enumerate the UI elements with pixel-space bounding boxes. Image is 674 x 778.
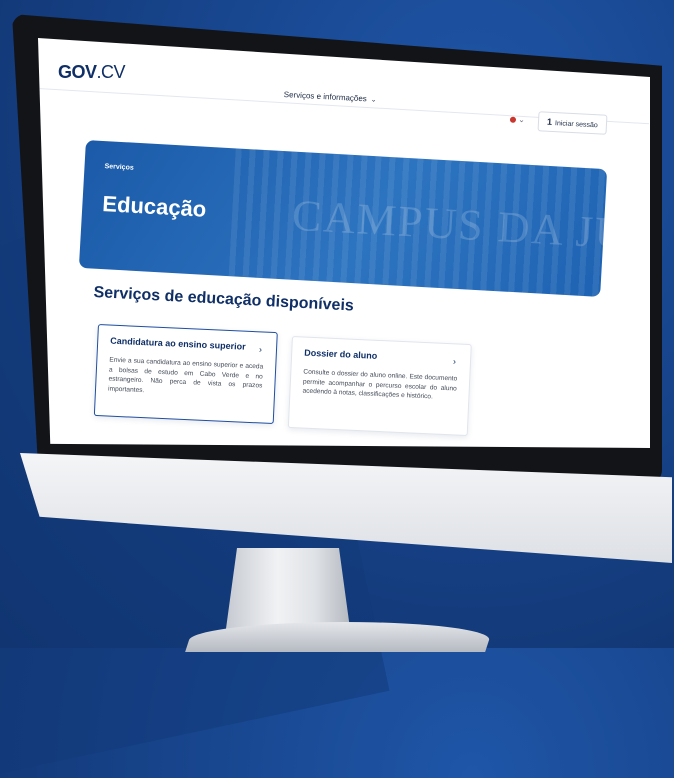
chevron-down-icon: ⌄	[370, 96, 377, 104]
nav-menu-services[interactable]: Serviços e informações ⌄	[284, 90, 377, 104]
service-card-candidatura[interactable]: Candidatura ao ensino superior › Envie a…	[93, 324, 278, 425]
page-title: Educação	[101, 191, 207, 222]
card-description: Consulte o dossier do aluno online. Este…	[302, 368, 458, 401]
logo-suffix: .CV	[96, 62, 126, 82]
chevron-down-icon: ⌄	[517, 115, 526, 125]
hero-banner: CAMPUS DA JUSTIÇA Serviços Educação	[78, 140, 608, 297]
login-button[interactable]: 1 Iniciar sessão	[537, 111, 608, 135]
arrow-right-icon: ›	[258, 344, 263, 355]
user-icon: 1	[546, 116, 553, 127]
breadcrumb[interactable]: Serviços	[104, 163, 134, 172]
arrow-right-icon: ›	[452, 356, 457, 367]
site-logo[interactable]: GOV.CV	[58, 62, 126, 83]
logo-main: GOV	[58, 62, 97, 82]
login-label: Iniciar sessão	[554, 120, 598, 130]
monitor: GOV.CV Serviços e informações ⌄ ⌄ 1 Inicia…	[0, 0, 674, 648]
flag-icon	[509, 116, 517, 123]
card-title: Dossier do aluno	[304, 347, 378, 361]
section-title: Serviços de educação disponíveis	[93, 284, 355, 315]
card-description: Envie a sua candidatura ao ensino superi…	[107, 356, 264, 394]
service-card-dossier[interactable]: Dossier do aluno › Consulte o dossier do…	[287, 336, 472, 437]
browser-screen: GOV.CV Serviços e informações ⌄ ⌄ 1 Inicia…	[38, 38, 650, 448]
card-title: Candidatura ao ensino superior	[110, 335, 246, 352]
nav-menu-label: Serviços e informações	[283, 90, 368, 104]
language-selector[interactable]: ⌄	[509, 115, 526, 125]
